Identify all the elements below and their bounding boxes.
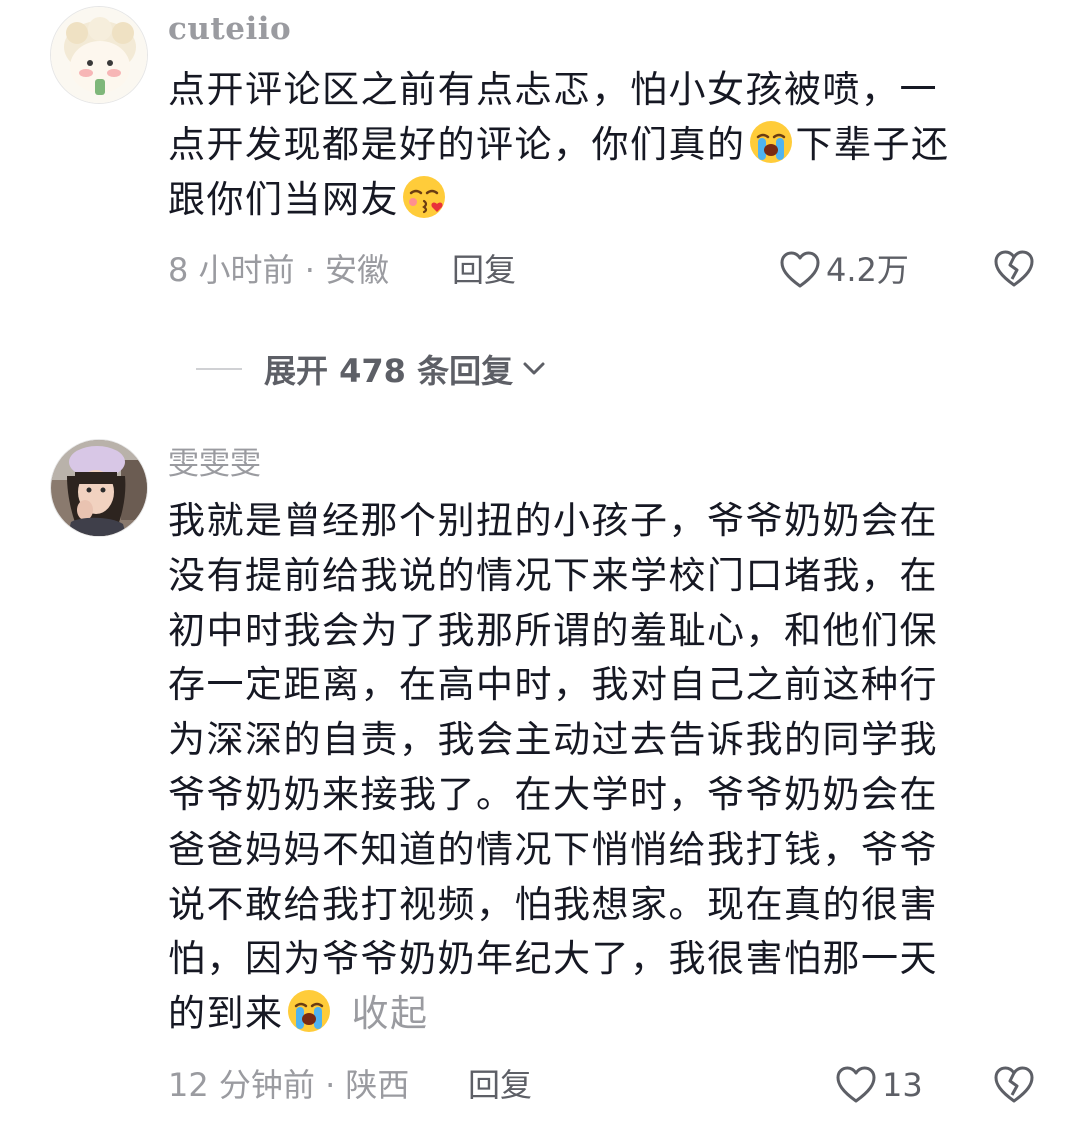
comment-text: 我就是曾经那个别扭的小孩子，爷爷奶奶会在 没有提前给我说的情况下来学校门口堵我，在… [168, 494, 1028, 1042]
comment-text-segment: 爸爸妈妈不知道的情况下悄悄给我打钱，爷爷 [168, 827, 938, 871]
reply-button[interactable]: 回复 [468, 1063, 532, 1107]
reply-button[interactable]: 回复 [452, 248, 516, 292]
like-button[interactable]: 4.2万 [780, 248, 909, 292]
avatar[interactable] [50, 6, 148, 104]
comment-line: 存一定距离，在高中时，我对自己之前这种行 [168, 658, 1028, 713]
chevron-down-icon [523, 362, 545, 375]
like-count: 4.2万 [826, 251, 909, 289]
username[interactable]: cuteiio [168, 9, 291, 49]
comment-line: 爷爷奶奶来接我了。在大学时，爷爷奶奶会在 [168, 768, 1028, 823]
comment-line: 点开发现都是好的评论，你们真的 下辈子还 [168, 118, 1028, 173]
comment-text-segment: 为深深的自责，我会主动过去告诉我的同学我 [168, 718, 938, 762]
broken-heart-icon [994, 1066, 1034, 1103]
comment-line: 爸爸妈妈不知道的情况下悄悄给我打钱，爷爷 [168, 823, 1028, 878]
comment-text-segment: 存一定距离，在高中时，我对自己之前这种行 [168, 663, 938, 707]
comment-line: 初中时我会为了我那所谓的羞耻心，和他们保 [168, 604, 1028, 659]
comment-text-segment: 的到来 [168, 992, 284, 1036]
comment-text-segment: 跟你们当网友 [168, 177, 399, 221]
comment-text-segment: 怕，因为爷爷奶奶年纪大了，我很害怕那一天 [168, 937, 938, 981]
comment-line: 没有提前给我说的情况下来学校门口堵我，在 [168, 549, 1028, 604]
comment-text-segment: 没有提前给我说的情况下来学校门口堵我，在 [168, 553, 938, 597]
broken-heart-icon [994, 250, 1034, 287]
comment-line: 点开评论区之前有点忐忑，怕小女孩被喷，一 [168, 63, 1028, 118]
face-blowing-kiss-emoji [403, 175, 445, 218]
comment-line: 的到来 收起 [168, 987, 1028, 1042]
comment-text-segment: 我就是曾经那个别扭的小孩子，爷爷奶奶会在 [168, 499, 938, 542]
comment-text-segment: 爷爷奶奶来接我了。在大学时，爷爷奶奶会在 [168, 772, 938, 816]
comment-text-segment: 说不敢给我打视频，怕我想家。现在真的很害 [168, 882, 938, 926]
username[interactable]: 雯雯雯 [168, 444, 261, 484]
heart-icon [780, 251, 820, 288]
collapse-button[interactable]: 收起 [352, 992, 429, 1035]
avatar[interactable] [50, 439, 148, 537]
expand-replies-button[interactable]: 展开 478 条回复 [264, 346, 549, 392]
comment-line: 跟你们当网友 [168, 173, 1028, 228]
comment-time-location: 12 分钟前 · 陕西 [168, 1066, 410, 1104]
comment-text-segment: 点开发现都是好的评论，你们真的 [168, 122, 746, 166]
sheep-avatar-image [51, 7, 147, 103]
comment-text-segment: 下辈子还 [795, 122, 950, 166]
divider [196, 368, 242, 370]
loudly-crying-face-emoji [287, 990, 330, 1033]
like-button[interactable]: 13 [836, 1063, 923, 1107]
comment-text-segment: 初中时我会为了我那所谓的羞耻心，和他们保 [168, 608, 938, 652]
loudly-crying-face-emoji [749, 120, 792, 163]
like-count: 13 [882, 1066, 923, 1104]
comment-line: 说不敢给我打视频，怕我想家。现在真的很害 [168, 878, 1028, 933]
expand-replies-label: 展开 478 条回复 [264, 352, 514, 390]
comment-time-location: 8 小时前 · 安徽 [168, 251, 390, 289]
comment-text-segment: 点开评论区之前有点忐忑，怕小女孩被喷，一 [168, 68, 938, 111]
girl-photo-avatar-image [51, 440, 147, 536]
expand-replies-row: 展开 478 条回复 [196, 344, 549, 394]
comment-line: 我就是曾经那个别扭的小孩子，爷爷奶奶会在 [168, 494, 1028, 549]
heart-icon [836, 1066, 876, 1103]
dislike-button[interactable] [994, 250, 1034, 290]
dislike-button[interactable] [994, 1066, 1034, 1106]
comment-line: 怕，因为爷爷奶奶年纪大了，我很害怕那一天 [168, 932, 1028, 987]
comment-text: 点开评论区之前有点忐忑，怕小女孩被喷，一 点开发现都是好的评论，你们真的 下辈子还跟… [168, 63, 1028, 227]
comment-line: 为深深的自责，我会主动过去告诉我的同学我 [168, 713, 1028, 768]
